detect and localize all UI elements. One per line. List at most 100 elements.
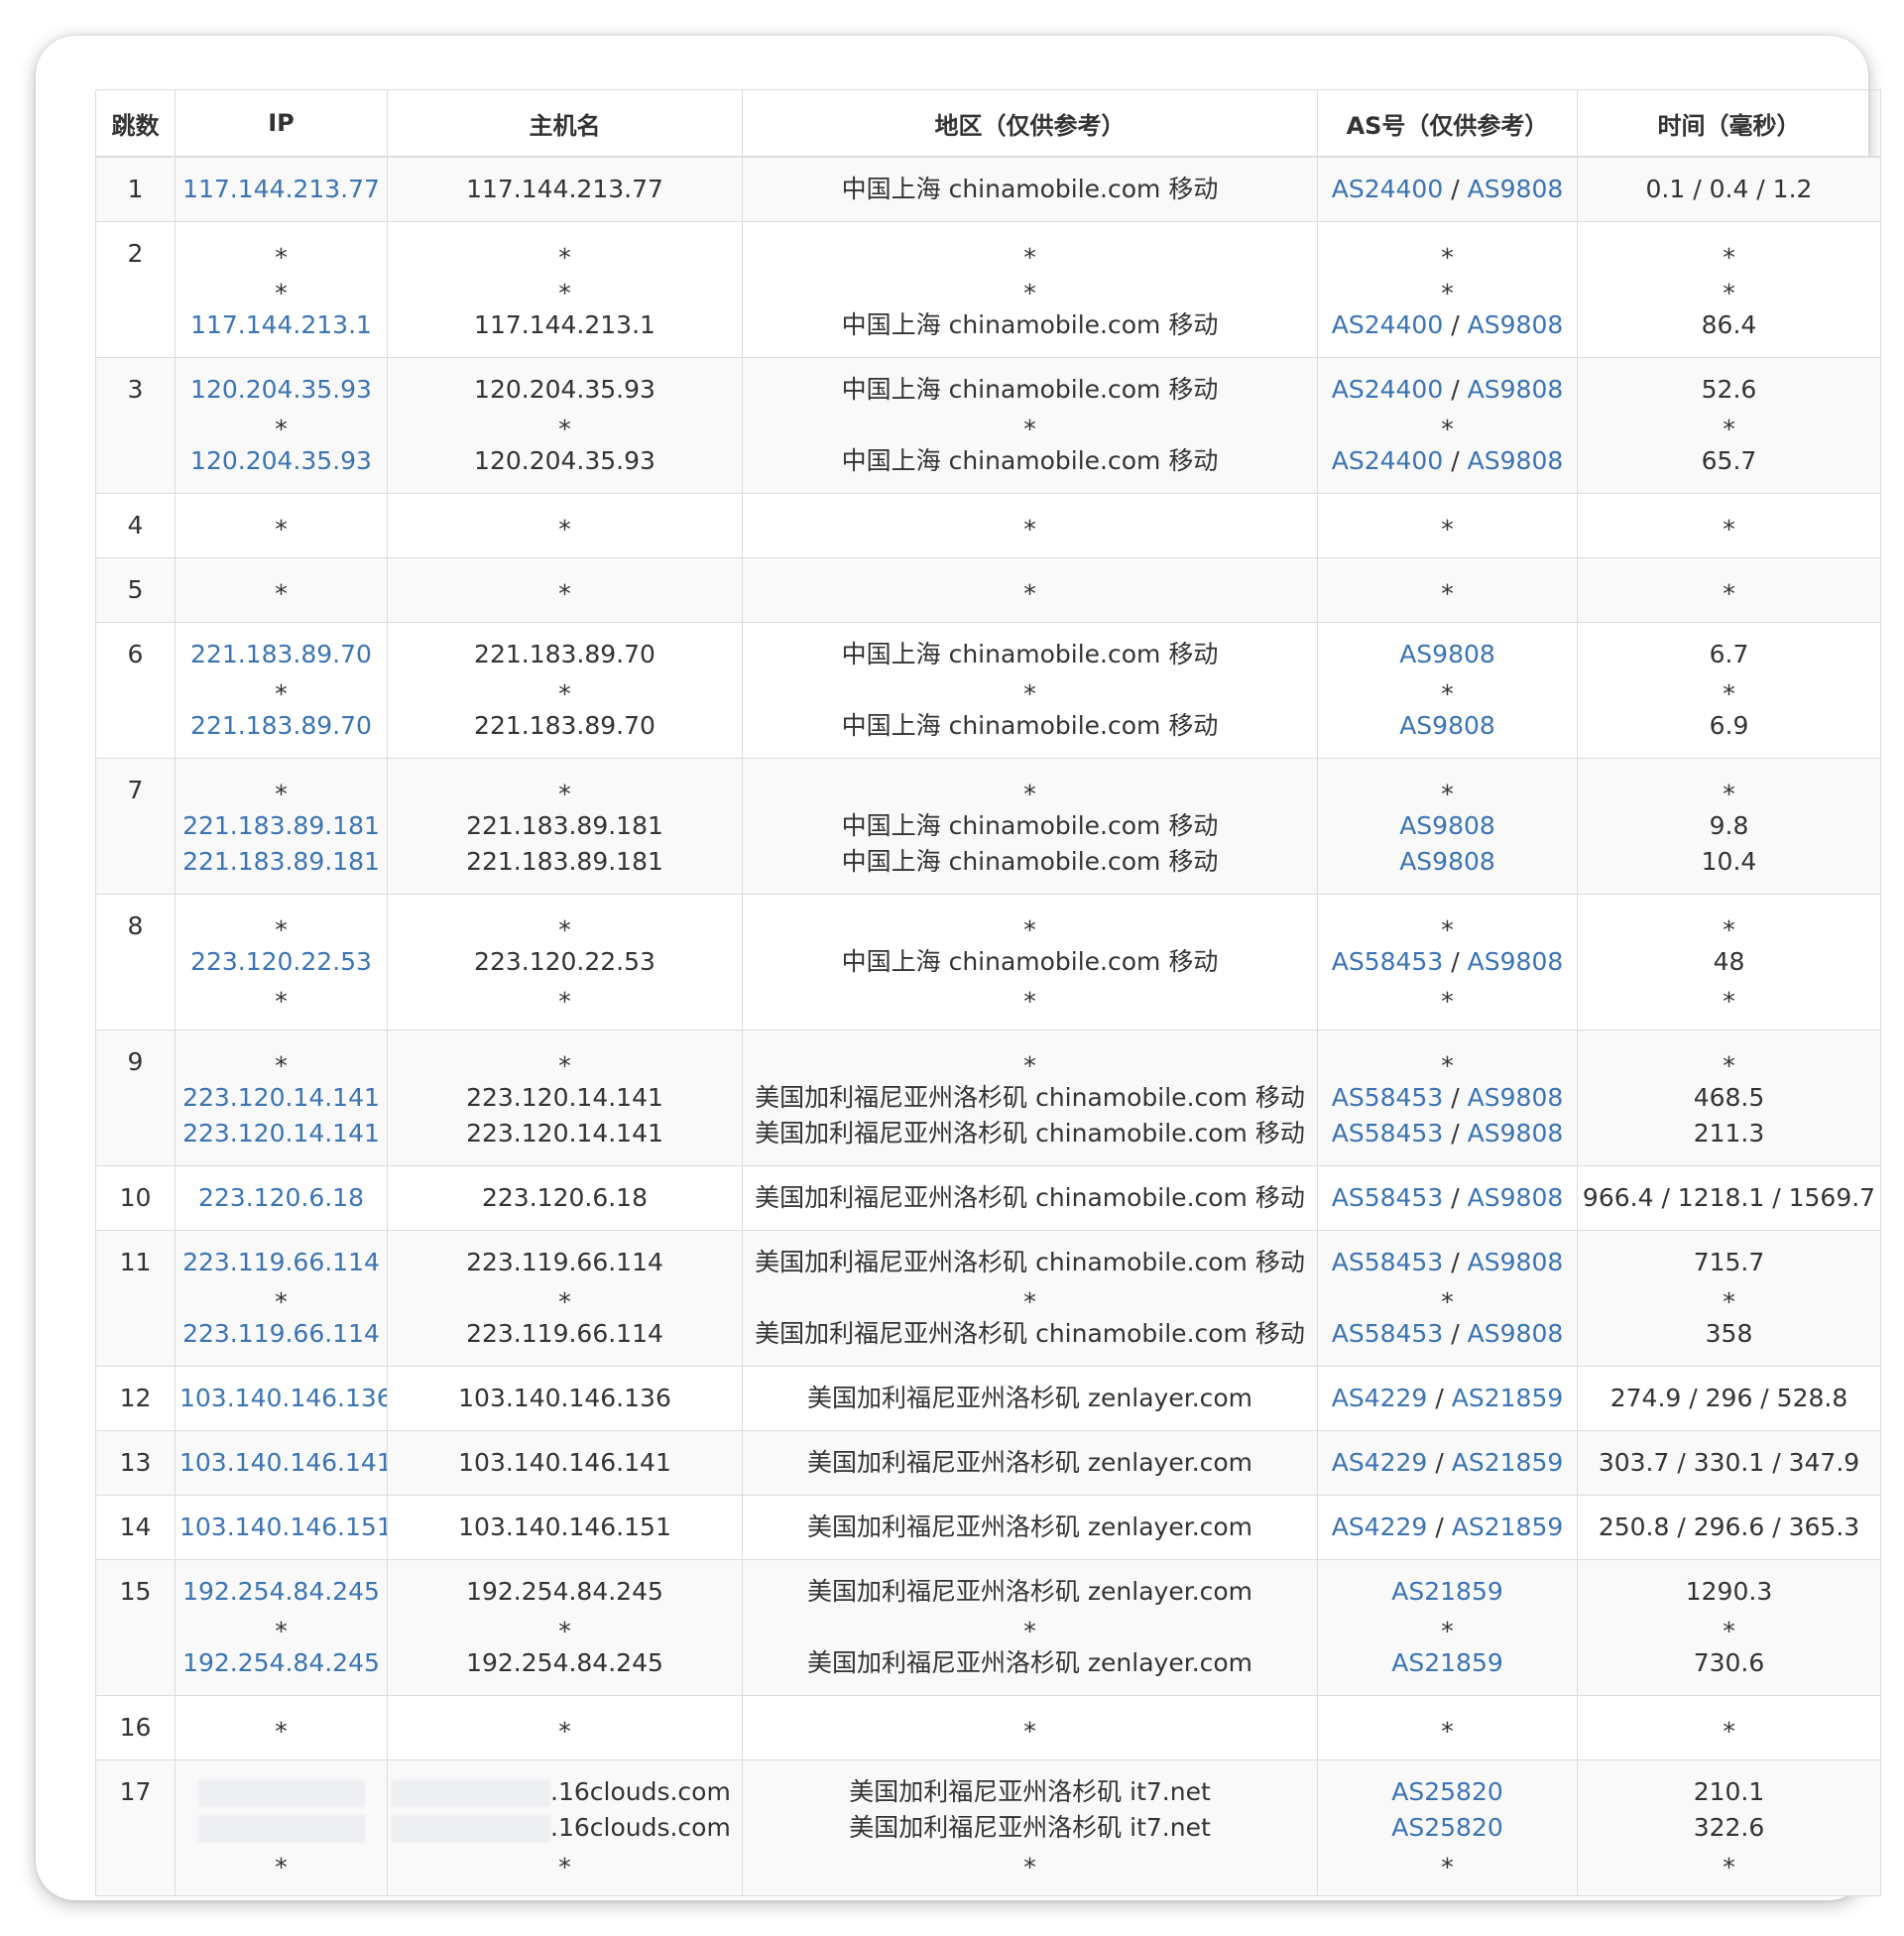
hostname-text: * — [558, 1853, 571, 1881]
hostname-cell: 223.119.66.114 * 223.119.66.114 — [387, 1230, 743, 1367]
hostname-line: * — [392, 272, 738, 307]
as-link[interactable]: AS4229 — [1332, 1384, 1428, 1412]
region-cell: * — [742, 1695, 1318, 1760]
region-text: * — [1023, 915, 1036, 944]
as-link[interactable]: AS9808 — [1399, 640, 1495, 668]
as-link[interactable]: AS21859 — [1391, 1577, 1503, 1606]
ip-link[interactable]: 221.183.89.181 — [182, 811, 380, 840]
as-link[interactable]: AS24400 — [1332, 375, 1444, 404]
as-cell: AS24400/ AS9808 — [1317, 156, 1578, 222]
region-text: 中国上海 chinamobile.com 移动 — [841, 947, 1219, 976]
ip-cell: 120.204.35.93 * 120.204.35.93 — [175, 357, 388, 494]
ip-link[interactable]: 223.120.14.141 — [182, 1119, 380, 1148]
ip-link[interactable]: 117.144.213.77 — [182, 175, 380, 203]
as-link[interactable]: AS9808 — [1468, 1083, 1564, 1112]
no-reply-marker: * — [1441, 415, 1454, 443]
table-row: 13 103.140.146.141 103.140.146.141 美国加利福尼亚州… — [95, 1430, 1881, 1496]
as-cell: AS24400/AS9808 * AS24400/AS9808 — [1317, 357, 1578, 494]
ip-line: 223.120.14.141 — [179, 1080, 383, 1116]
table-row: 2 * * 117.144.213.1 * * 117.144.213.1 * * 中国上海 ch… — [95, 221, 1881, 358]
ip-link[interactable]: 117.144.213.1 — [190, 310, 372, 339]
as-link[interactable]: AS9808 — [1399, 847, 1495, 876]
region-text: 美国加利福尼亚州洛杉矶 it7.net — [849, 1813, 1211, 1842]
region-text: * — [1023, 515, 1036, 544]
ip-link[interactable]: 120.204.35.93 — [190, 446, 372, 475]
as-link[interactable]: AS9808 — [1399, 711, 1495, 740]
hostname-line: * — [392, 1044, 738, 1080]
as-link[interactable]: AS21859 — [1391, 1648, 1503, 1677]
hostname-text: * — [558, 679, 571, 708]
ip-link[interactable]: 221.183.89.70 — [190, 711, 372, 740]
as-line: * — [1322, 408, 1573, 443]
time-text: * — [1723, 1717, 1735, 1746]
as-link[interactable]: AS58453 — [1332, 1319, 1444, 1348]
as-link[interactable]: AS9808 — [1468, 446, 1564, 475]
as-link[interactable]: AS21859 — [1452, 1448, 1564, 1477]
as-link[interactable]: AS58453 — [1332, 947, 1444, 976]
ip-link[interactable]: 223.120.14.141 — [182, 1083, 380, 1112]
region-cell: 中国上海 chinamobile.com 移动 * 中国上海 chinamobile… — [742, 357, 1318, 494]
as-link[interactable]: AS58453 — [1332, 1119, 1444, 1148]
region-cell: 美国加利福尼亚州洛杉矶 chinamobile.com 移动 * 美国加利福尼亚州洛… — [742, 1230, 1318, 1367]
as-cell: * AS9808 AS9808 — [1317, 758, 1578, 895]
as-link[interactable]: AS9808 — [1468, 947, 1564, 976]
hostname-line: 223.120.6.18 — [392, 1180, 738, 1216]
hostname-line: 103.140.146.141 — [392, 1445, 738, 1481]
hostname-text: 221.183.89.181 — [466, 811, 663, 840]
as-link[interactable]: AS24400 — [1332, 446, 1444, 475]
table-row: 6 221.183.89.70 * 221.183.89.70 221.183.89.7… — [95, 622, 1881, 759]
ip-link[interactable]: 192.254.84.245 — [182, 1577, 380, 1606]
ip-link[interactable]: 120.204.35.93 — [190, 375, 372, 404]
ip-link[interactable]: 221.183.89.70 — [190, 640, 372, 668]
traceroute-table: 跳数 IP 主机名 地区（仅供参考） AS号（仅供参考） 时间（毫秒） 1 117… — [95, 89, 1881, 1896]
as-link[interactable]: AS58453 — [1332, 1083, 1444, 1112]
hostname-cell: * 223.120.14.141 223.120.14.141 — [387, 1029, 743, 1166]
ip-line: * — [179, 908, 383, 944]
as-link[interactable]: AS4229 — [1332, 1448, 1428, 1477]
ip-link[interactable]: 223.119.66.114 — [182, 1319, 380, 1348]
as-link[interactable]: AS9808 — [1468, 1319, 1564, 1348]
as-link[interactable]: AS24400 — [1332, 175, 1444, 203]
as-link[interactable]: AS9808 — [1468, 375, 1564, 404]
table-row: 16 * * * * * — [95, 1695, 1881, 1760]
as-link[interactable]: AS4229 — [1332, 1512, 1428, 1541]
ip-link[interactable]: 223.119.66.114 — [182, 1248, 380, 1276]
ip-link[interactable]: 192.254.84.245 — [182, 1648, 380, 1677]
as-link[interactable]: AS21859 — [1452, 1384, 1564, 1412]
as-link[interactable]: AS9808 — [1468, 175, 1564, 203]
hostname-line: * — [392, 508, 738, 544]
region-cell: * — [742, 557, 1318, 623]
as-link[interactable]: AS9808 — [1399, 811, 1495, 840]
as-cell: * * AS24400/ AS9808 — [1317, 221, 1578, 358]
as-cell: AS58453/AS9808 * AS58453/AS9808 — [1317, 1230, 1578, 1367]
ip-link[interactable]: 223.120.22.53 — [190, 947, 372, 976]
as-link[interactable]: AS58453 — [1332, 1248, 1444, 1276]
as-separator: / — [1451, 1083, 1460, 1112]
hostname-text: 103.140.146.136 — [458, 1384, 671, 1412]
as-link[interactable]: AS9808 — [1468, 1248, 1564, 1276]
ip-link[interactable]: 221.183.89.181 — [182, 847, 380, 876]
ip-link[interactable]: 103.140.146.141 — [179, 1448, 387, 1477]
region-text: 中国上海 chinamobile.com 移动 — [841, 640, 1219, 668]
as-link[interactable]: AS25820 — [1391, 1777, 1503, 1806]
region-text: * — [1023, 279, 1036, 307]
ip-link[interactable]: 103.140.146.151 — [179, 1512, 387, 1541]
as-link[interactable]: AS21859 — [1452, 1512, 1564, 1541]
as-link[interactable]: AS24400 — [1332, 310, 1444, 339]
ip-cell: 103.140.146.136 — [175, 1366, 388, 1431]
ip-link[interactable]: 223.120.6.18 — [198, 1183, 364, 1212]
table-row: 14 103.140.146.151 103.140.146.151 美国加利福尼亚州… — [95, 1495, 1881, 1560]
as-link[interactable]: AS9808 — [1468, 1183, 1564, 1212]
ip-link[interactable]: 103.140.146.136 — [179, 1384, 387, 1412]
time-text: 10.4 — [1701, 847, 1757, 876]
ip-line: * — [179, 236, 383, 272]
as-link[interactable]: AS25820 — [1391, 1813, 1503, 1842]
region-text: * — [1023, 243, 1036, 272]
hostname-text: .16clouds.com — [550, 1813, 731, 1842]
hop-number-cell: 3 — [95, 357, 176, 494]
as-link[interactable]: AS9808 — [1468, 310, 1564, 339]
as-link[interactable]: AS58453 — [1332, 1183, 1444, 1212]
hostname-text: * — [558, 279, 571, 307]
hop-number-cell: 16 — [95, 1695, 176, 1760]
as-link[interactable]: AS9808 — [1468, 1119, 1564, 1148]
